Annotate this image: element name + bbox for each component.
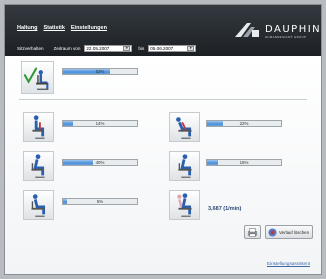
posture-percent: 5%	[96, 199, 104, 204]
posture-tile-slouched	[23, 190, 54, 220]
posture-percent: 14%	[95, 121, 105, 126]
check-mark-icon	[23, 67, 49, 90]
posture-tile-leaning	[169, 151, 200, 181]
delete-history-label: Verlauf löschen	[279, 229, 310, 235]
posture-bar-upright: 14%	[62, 120, 138, 127]
statistics-panel: 63% 14% 40% 5% 22% 15% 3,687 (1/min) Ver…	[5, 56, 321, 274]
to-date-picker[interactable]: 05.06.2007 ▾	[148, 45, 197, 52]
posture-tile-forward	[23, 151, 54, 181]
usage-rate: 3,687 (1/min)	[208, 206, 242, 212]
nav-haltung[interactable]: Haltung	[17, 25, 37, 31]
posture-bar-slouched: 5%	[62, 198, 138, 205]
motion-sitting-icon	[177, 193, 192, 217]
summary-percent: 63%	[95, 69, 105, 74]
delete-icon	[268, 227, 277, 237]
upright-sitting-icon	[32, 115, 45, 139]
nav-statistik[interactable]: Statistik	[43, 25, 64, 31]
posture-bar-reclined: 22%	[206, 120, 282, 127]
printer-icon	[247, 228, 258, 237]
settings-assistant-link[interactable]: Einstellungsassistent	[267, 261, 310, 266]
posture-tile-upright	[23, 112, 54, 142]
from-date-value: 22.05.2007	[86, 46, 110, 51]
leaning-sitting-icon	[178, 154, 192, 178]
from-date-dropdown-icon[interactable]: ▾	[123, 46, 131, 51]
motion-tile	[169, 190, 200, 220]
summary-progress-bar: 63%	[62, 68, 138, 75]
app-window: Haltung Statistik Einstellungen Sitzverh…	[4, 4, 322, 275]
dauphin-logo-icon	[235, 23, 259, 37]
summary-tile	[21, 61, 54, 94]
to-label: bis	[138, 46, 145, 51]
posture-tile-reclined	[169, 112, 200, 142]
brand-tagline: HUMANDESIGN® GROUP	[265, 35, 307, 39]
header: Haltung Statistik Einstellungen Sitzverh…	[5, 5, 321, 56]
reclined-sitting-icon	[176, 117, 192, 139]
from-label: Zeitraum von	[53, 46, 81, 51]
to-date-value: 05.06.2007	[150, 46, 174, 51]
slouched-sitting-icon	[31, 194, 46, 217]
to-date-dropdown-icon[interactable]: ▾	[187, 46, 195, 51]
brand-name: DAUPHIN	[265, 23, 322, 35]
divider	[19, 99, 307, 100]
delete-history-button[interactable]: Verlauf löschen	[265, 225, 313, 239]
posture-bar-forward: 40%	[62, 159, 138, 166]
posture-percent: 22%	[239, 121, 249, 126]
posture-percent: 40%	[95, 160, 105, 165]
filter-label: Sitzverhalten	[17, 46, 44, 51]
from-date-picker[interactable]: 22.05.2007 ▾	[84, 45, 133, 52]
brand-logo: DAUPHIN HUMANDESIGN® GROUP	[235, 21, 322, 39]
print-button[interactable]	[244, 225, 261, 239]
nav-einstellungen[interactable]: Einstellungen	[71, 25, 107, 31]
main-nav: Haltung Statistik Einstellungen	[17, 25, 107, 31]
forward-sitting-icon	[31, 154, 45, 178]
date-filter: Sitzverhalten Zeitraum von 22.05.2007 ▾ …	[17, 45, 197, 52]
posture-bar-leaning: 15%	[206, 159, 282, 166]
posture-percent: 15%	[239, 160, 249, 165]
